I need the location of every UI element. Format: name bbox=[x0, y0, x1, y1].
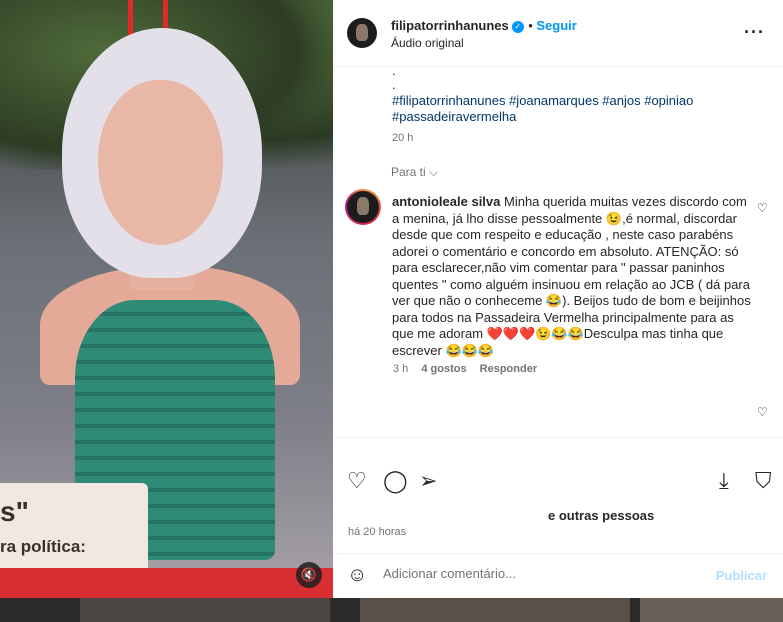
share-icon[interactable]: ➢ bbox=[419, 468, 437, 494]
save-icon[interactable]: ⛉ bbox=[755, 468, 772, 494]
person-face bbox=[98, 80, 223, 245]
posted-time: há 20 horas bbox=[348, 526, 407, 538]
emoji-icon[interactable]: ☺ bbox=[347, 564, 367, 587]
publish-button[interactable]: Publicar bbox=[716, 568, 767, 583]
post-panel: filipatorrinhanunes ✓ • Seguir Áudio orig… bbox=[333, 0, 783, 598]
comment-meta: 3 h 4 gostos Responder bbox=[393, 363, 537, 375]
post-header: filipatorrinhanunes ✓ • Seguir Áudio orig… bbox=[333, 0, 783, 67]
author-username[interactable]: filipatorrinhanunes bbox=[391, 18, 509, 33]
caption-time: 20 h bbox=[392, 132, 414, 144]
caption-hashtags[interactable]: #filipatorrinhanunes #joanamarques #anjo… bbox=[392, 93, 722, 125]
feed-thumbnail bbox=[80, 598, 330, 622]
follow-button[interactable]: Seguir bbox=[536, 18, 576, 33]
comment-sort-dropdown[interactable]: Para ti ⌵ bbox=[391, 165, 438, 180]
likes-text: e outras pessoas bbox=[548, 508, 655, 523]
feed-thumbnail bbox=[640, 598, 783, 622]
comment-likes[interactable]: 4 gostos bbox=[421, 363, 466, 375]
comment-time: 3 h bbox=[393, 363, 409, 375]
comment-like-icon-2[interactable]: ♡ bbox=[757, 405, 768, 419]
comment-input[interactable] bbox=[383, 566, 703, 581]
audio-label[interactable]: Áudio original bbox=[391, 36, 464, 50]
commenter-username[interactable]: antonioleale silva bbox=[392, 194, 500, 209]
post-media[interactable]: s" ra política: 🔇 bbox=[0, 0, 333, 598]
comment-like-icon[interactable]: ♡ bbox=[757, 201, 768, 215]
tv-red-banner bbox=[0, 568, 333, 598]
comment-text: Minha querida muitas vezes discordo com … bbox=[392, 194, 751, 358]
mute-icon[interactable]: 🔇 bbox=[296, 562, 322, 588]
download-icon[interactable]: ⤓ bbox=[719, 468, 729, 494]
author-line: filipatorrinhanunes ✓ • Seguir bbox=[391, 18, 577, 33]
post-actions: ♡ ◯ ➢ ⤓ ⛉ e outras pessoas há 20 horas bbox=[333, 437, 783, 547]
tv-card-text: ra política: bbox=[0, 537, 86, 556]
reply-button[interactable]: Responder bbox=[480, 363, 537, 375]
comments-scroll[interactable]: . . #filipatorrinhanunes #joanamarques #… bbox=[333, 67, 783, 437]
like-icon[interactable]: ♡ bbox=[347, 468, 367, 494]
comment-body: antonioleale silva Minha querida muitas … bbox=[392, 194, 752, 359]
more-options-icon[interactable]: ··· bbox=[744, 22, 765, 43]
commenter-avatar[interactable] bbox=[347, 191, 379, 223]
background-feed-strip bbox=[0, 598, 783, 622]
verified-icon: ✓ bbox=[511, 21, 524, 33]
author-avatar[interactable] bbox=[347, 18, 377, 48]
caption-dot: . bbox=[392, 77, 396, 92]
likes-summary[interactable]: e outras pessoas bbox=[348, 508, 654, 523]
tv-card-quote: s" bbox=[0, 496, 29, 527]
feed-thumbnail bbox=[360, 598, 630, 622]
comment-icon[interactable]: ◯ bbox=[383, 468, 408, 494]
comment-composer: ☺ Publicar bbox=[333, 553, 783, 598]
